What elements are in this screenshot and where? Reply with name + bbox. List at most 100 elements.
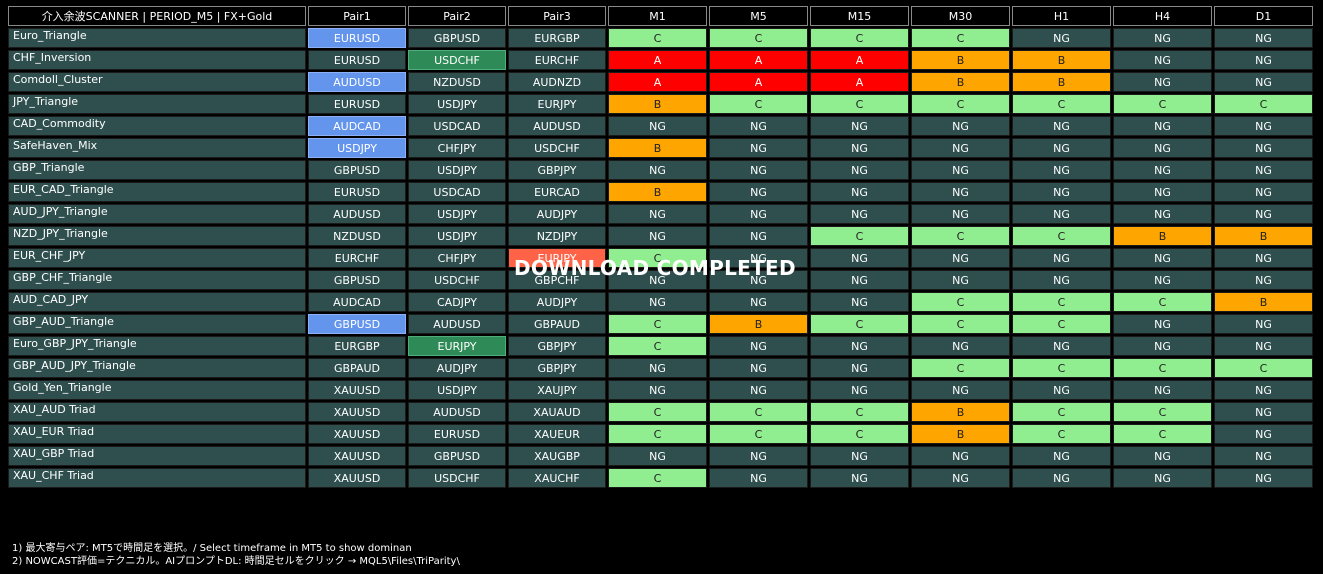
grade-cell[interactable]: NG xyxy=(1012,182,1111,202)
grade-cell[interactable]: NG xyxy=(1214,116,1313,136)
grade-cell[interactable]: NG xyxy=(810,138,909,158)
pair-cell[interactable]: AUDUSD xyxy=(408,402,506,422)
pair-cell[interactable]: USDCHF xyxy=(408,50,506,70)
pair-cell[interactable]: AUDCAD xyxy=(308,292,406,312)
grade-cell[interactable]: C xyxy=(911,94,1010,114)
pair-cell[interactable]: XAUUSD xyxy=(308,402,406,422)
grade-cell[interactable]: C xyxy=(1012,424,1111,444)
header-tf-d1[interactable]: D1 xyxy=(1214,6,1313,26)
header-tf-m1[interactable]: M1 xyxy=(608,6,707,26)
pair-cell[interactable]: EURJPY xyxy=(408,336,506,356)
pair-cell[interactable]: EURUSD xyxy=(308,50,406,70)
grade-cell[interactable]: C xyxy=(608,402,707,422)
pair-cell[interactable]: GBPUSD xyxy=(408,28,506,48)
grade-cell[interactable]: NG xyxy=(608,160,707,180)
grade-cell[interactable]: C xyxy=(709,94,808,114)
grade-cell[interactable]: C xyxy=(1012,314,1111,334)
grade-cell[interactable]: NG xyxy=(608,204,707,224)
grade-cell[interactable]: NG xyxy=(1113,336,1212,356)
pair-cell[interactable]: AUDUSD xyxy=(408,314,506,334)
pair-cell[interactable]: EURUSD xyxy=(308,94,406,114)
grade-cell[interactable]: NG xyxy=(1012,138,1111,158)
pair-cell[interactable]: GBPUSD xyxy=(308,160,406,180)
pair-cell[interactable]: AUDNZD xyxy=(508,72,606,92)
grade-cell[interactable]: C xyxy=(1012,402,1111,422)
grade-cell[interactable]: C xyxy=(1012,358,1111,378)
grade-cell[interactable]: C xyxy=(1113,402,1212,422)
pair-cell[interactable]: XAUGBP xyxy=(508,446,606,466)
grade-cell[interactable]: NG xyxy=(1012,160,1111,180)
grade-cell[interactable]: B xyxy=(911,72,1010,92)
grade-cell[interactable]: B xyxy=(709,314,808,334)
grade-cell[interactable]: NG xyxy=(709,204,808,224)
pair-cell[interactable]: EURGBP xyxy=(508,28,606,48)
pair-cell[interactable]: EURGBP xyxy=(308,336,406,356)
grade-cell[interactable]: C xyxy=(810,226,909,246)
pair-cell[interactable]: USDCHF xyxy=(508,138,606,158)
grade-cell[interactable]: C xyxy=(810,402,909,422)
grade-cell[interactable]: NG xyxy=(1214,380,1313,400)
grade-cell[interactable]: B xyxy=(608,94,707,114)
grade-cell[interactable]: NG xyxy=(1012,446,1111,466)
grade-cell[interactable]: B xyxy=(911,424,1010,444)
pair-cell[interactable]: EURJPY xyxy=(508,248,606,268)
pair-cell[interactable]: CHFJPY xyxy=(408,248,506,268)
grade-cell[interactable]: NG xyxy=(810,204,909,224)
pair-cell[interactable]: USDJPY xyxy=(308,138,406,158)
grade-cell[interactable]: C xyxy=(608,248,707,268)
pair-cell[interactable]: GBPUSD xyxy=(308,270,406,290)
grade-cell[interactable]: NG xyxy=(911,380,1010,400)
grade-cell[interactable]: NG xyxy=(1113,50,1212,70)
grade-cell[interactable]: C xyxy=(608,468,707,488)
pair-cell[interactable]: AUDUSD xyxy=(308,204,406,224)
grade-cell[interactable]: C xyxy=(1113,424,1212,444)
pair-cell[interactable]: USDJPY xyxy=(408,380,506,400)
pair-cell[interactable]: USDCHF xyxy=(408,468,506,488)
grade-cell[interactable]: C xyxy=(911,358,1010,378)
grade-cell[interactable]: NG xyxy=(1012,204,1111,224)
grade-cell[interactable]: NG xyxy=(1214,336,1313,356)
pair-cell[interactable]: XAUAUD xyxy=(508,402,606,422)
grade-cell[interactable]: A xyxy=(608,72,707,92)
pair-cell[interactable]: USDJPY xyxy=(408,226,506,246)
pair-cell[interactable]: EURCAD xyxy=(508,182,606,202)
grade-cell[interactable]: A xyxy=(810,72,909,92)
grade-cell[interactable]: NG xyxy=(1012,380,1111,400)
pair-cell[interactable]: EURUSD xyxy=(308,28,406,48)
grade-cell[interactable]: NG xyxy=(911,182,1010,202)
grade-cell[interactable]: B xyxy=(608,182,707,202)
grade-cell[interactable]: A xyxy=(810,50,909,70)
grade-cell[interactable]: C xyxy=(1012,292,1111,312)
grade-cell[interactable]: NG xyxy=(1113,314,1212,334)
grade-cell[interactable]: B xyxy=(911,50,1010,70)
grade-cell[interactable]: NG xyxy=(709,138,808,158)
grade-cell[interactable]: NG xyxy=(709,380,808,400)
grade-cell[interactable]: C xyxy=(1012,226,1111,246)
pair-cell[interactable]: AUDUSD xyxy=(508,116,606,136)
pair-cell[interactable]: GBPCHF xyxy=(508,270,606,290)
header-tf-h4[interactable]: H4 xyxy=(1113,6,1212,26)
pair-cell[interactable]: GBPUSD xyxy=(408,446,506,466)
grade-cell[interactable]: C xyxy=(1113,292,1212,312)
pair-cell[interactable]: AUDUSD xyxy=(308,72,406,92)
grade-cell[interactable]: NG xyxy=(1113,204,1212,224)
grade-cell[interactable]: NG xyxy=(709,226,808,246)
grade-cell[interactable]: NG xyxy=(911,270,1010,290)
grade-cell[interactable]: C xyxy=(709,402,808,422)
grade-cell[interactable]: NG xyxy=(608,116,707,136)
grade-cell[interactable]: NG xyxy=(1214,270,1313,290)
pair-cell[interactable]: USDCAD xyxy=(408,116,506,136)
grade-cell[interactable]: NG xyxy=(1113,446,1212,466)
grade-cell[interactable]: C xyxy=(608,336,707,356)
grade-cell[interactable]: NG xyxy=(911,160,1010,180)
pair-cell[interactable]: GBPUSD xyxy=(308,314,406,334)
grade-cell[interactable]: NG xyxy=(608,358,707,378)
grade-cell[interactable]: NG xyxy=(911,336,1010,356)
grade-cell[interactable]: NG xyxy=(1113,72,1212,92)
grade-cell[interactable]: A xyxy=(709,72,808,92)
pair-cell[interactable]: GBPJPY xyxy=(508,336,606,356)
grade-cell[interactable]: NG xyxy=(810,446,909,466)
grade-cell[interactable]: B xyxy=(608,138,707,158)
pair-cell[interactable]: AUDJPY xyxy=(508,292,606,312)
grade-cell[interactable]: C xyxy=(1012,94,1111,114)
